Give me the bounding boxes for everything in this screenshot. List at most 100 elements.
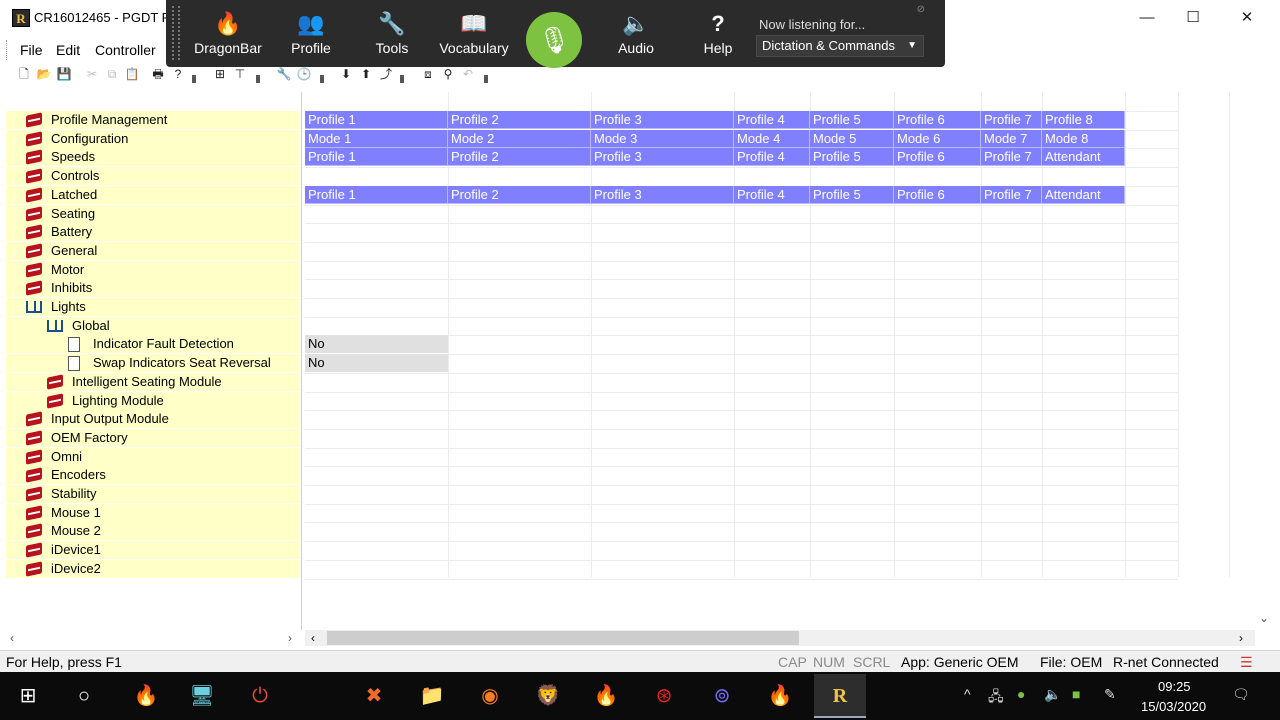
dragon-flame-taskbar-icon[interactable]: 🔥 <box>590 680 622 712</box>
tree-item[interactable]: Profile Management <box>6 111 300 129</box>
grid-cell[interactable]: Profile 2 <box>448 185 591 204</box>
tree-item[interactable]: Encoders <box>6 466 300 485</box>
grid-cell[interactable]: Profile 5 <box>810 185 894 204</box>
grid-cell[interactable]: Profile 1 <box>305 148 448 167</box>
copy-icon[interactable]: ⧉ <box>104 66 120 82</box>
toolbar-overflow-1[interactable] <box>190 66 196 84</box>
tree-item[interactable]: iDevice1 <box>6 541 300 560</box>
tree-item[interactable]: Battery <box>6 223 300 242</box>
tree-item[interactable]: Latched <box>6 185 300 204</box>
menu-file[interactable]: File <box>20 42 43 58</box>
grid-cell[interactable]: Attendant <box>1042 148 1125 167</box>
tree-item[interactable]: Intelligent Seating Module <box>6 372 300 391</box>
clock-icon[interactable]: 🕒 <box>296 66 312 82</box>
network-icon[interactable]: 🖧 <box>988 686 1004 710</box>
tree-item[interactable]: Speeds <box>6 148 300 167</box>
tree-item[interactable]: iDevice2 <box>6 559 300 578</box>
grid-cell[interactable]: Mode 4 <box>734 129 810 148</box>
tree-add-icon[interactable]: ⊞ <box>212 66 228 82</box>
tree-horizontal-scrollbar[interactable]: ‹ › <box>6 630 302 646</box>
tree-item[interactable]: Omni <box>6 447 300 466</box>
grid-cell[interactable]: Profile 2 <box>448 148 591 167</box>
remote-app-icon[interactable]: 🖥 <box>186 680 218 712</box>
maximize-button[interactable]: ☐ <box>1170 4 1216 32</box>
start-windows-icon[interactable]: ⊞ <box>12 680 44 712</box>
grid-cell[interactable]: Mode 7 <box>981 129 1042 148</box>
tree-filter-icon[interactable]: ⊤ <box>232 66 248 82</box>
binoculars-icon[interactable]: ⚲ <box>440 66 456 82</box>
grid-cell[interactable]: Profile 1 <box>305 111 448 129</box>
tools-button[interactable]: 🔧 Tools <box>356 8 428 64</box>
toolbar-overflow-5[interactable] <box>482 66 488 84</box>
tree-item[interactable]: Global <box>6 316 300 335</box>
tree-item[interactable]: Inhibits <box>6 279 300 298</box>
scroll-right-icon[interactable]: › <box>288 630 292 646</box>
grid-cell[interactable]: Profile 7 <box>981 148 1042 167</box>
scroll-thumb[interactable] <box>327 631 799 645</box>
menu-edit[interactable]: Edit <box>56 42 80 58</box>
clock-time[interactable]: 09:25 <box>1158 679 1191 694</box>
grid-cell[interactable]: Profile 3 <box>591 111 734 129</box>
grid-cell[interactable]: Profile 4 <box>734 185 810 204</box>
tree-item[interactable]: Swap Indicators Seat Reversal <box>6 354 300 373</box>
upload-arrow-icon[interactable]: ⬆ <box>358 66 374 82</box>
save-icon[interactable]: 💾 <box>56 66 72 82</box>
pen-icon[interactable]: ✎ <box>1104 686 1116 703</box>
scroll-down-icon[interactable]: ⌄ <box>1259 610 1269 626</box>
listening-mode-select[interactable]: Dictation & Commands ▼ <box>756 35 924 57</box>
dragonbar-grip[interactable] <box>172 6 180 60</box>
toolbar-overflow-2[interactable] <box>254 66 260 84</box>
wrench-tool-icon[interactable]: 🔧 <box>276 66 292 82</box>
grid-cell[interactable]: Mode 1 <box>305 129 448 148</box>
new-file-icon[interactable]: 🗋 <box>16 66 32 82</box>
toolbar-overflow-4[interactable] <box>398 66 404 84</box>
cut-icon[interactable]: ✂ <box>84 66 100 82</box>
grid-cell[interactable]: Mode 3 <box>591 129 734 148</box>
undo-icon[interactable]: ↶ <box>460 66 476 82</box>
microphone-button[interactable]: 🎙 <box>526 12 582 68</box>
grid-cell[interactable]: Profile 1 <box>305 185 448 204</box>
tree-item[interactable]: General <box>6 241 300 260</box>
open-folder-icon[interactable]: 📂 <box>36 66 52 82</box>
tree-item[interactable]: Lighting Module <box>6 391 300 410</box>
grid-horizontal-scrollbar[interactable]: ‹ › <box>305 630 1255 646</box>
grid-cell[interactable]: Mode 5 <box>810 129 894 148</box>
red-app-icon[interactable]: ⊛ <box>648 680 680 712</box>
scroll-left-icon[interactable]: ‹ <box>10 630 14 646</box>
close-button[interactable]: ✕ <box>1224 4 1270 32</box>
grid-cell[interactable]: Profile 4 <box>734 148 810 167</box>
grid-cell[interactable]: Mode 8 <box>1042 129 1125 148</box>
file-explorer-icon[interactable]: 📁 <box>416 680 448 712</box>
purple-app-icon[interactable]: ⊚ <box>706 680 738 712</box>
dragonbar-button[interactable]: 🔥 DragonBar <box>192 8 264 64</box>
tree-item[interactable]: OEM Factory <box>6 428 300 447</box>
pgdt-app-icon[interactable]: R <box>814 674 866 718</box>
tree-item[interactable]: Stability <box>6 485 300 503</box>
tree-item[interactable]: Lights <box>6 298 300 316</box>
grid-cell[interactable]: Profile 8 <box>1042 111 1125 129</box>
grid-vertical-scrollbar[interactable]: ⌄ <box>1256 92 1274 630</box>
clock-date[interactable]: 15/03/2020 <box>1141 699 1206 714</box>
grid-cell[interactable]: Profile 6 <box>894 185 981 204</box>
x-app-icon[interactable]: ✖ <box>358 680 390 712</box>
volume-icon[interactable]: 🔈 <box>1044 686 1061 703</box>
dragon-white-icon[interactable]: 🔥 <box>764 680 796 712</box>
minimize-button[interactable]: — <box>1124 4 1170 32</box>
paste-icon[interactable]: 📋 <box>124 66 140 82</box>
grid-cell[interactable]: Attendant <box>1042 185 1125 204</box>
dragon-app-icon[interactable]: 🔥 <box>130 680 162 712</box>
scroll-right-icon[interactable]: › <box>1239 630 1243 646</box>
tree-item[interactable]: Configuration <box>6 129 300 148</box>
help-button[interactable]: ? Help <box>682 8 754 64</box>
profile-button[interactable]: 👥 Profile <box>275 8 347 64</box>
help-pointer-icon[interactable]: ? <box>170 66 186 82</box>
grid-cell[interactable]: Profile 7 <box>981 185 1042 204</box>
tree-item[interactable]: Motor <box>6 260 300 279</box>
dragon-mic-tray-icon[interactable]: ● <box>1017 686 1025 702</box>
grid-cell[interactable]: Profile 5 <box>810 148 894 167</box>
grid-cell[interactable]: Profile 3 <box>591 185 734 204</box>
grid-cell[interactable]: Profile 6 <box>894 111 981 129</box>
dragonbar-pin-icon[interactable]: ⊘ <box>917 4 925 15</box>
grid-cell[interactable]: Profile 5 <box>810 111 894 129</box>
grid-cell[interactable]: Profile 4 <box>734 111 810 129</box>
